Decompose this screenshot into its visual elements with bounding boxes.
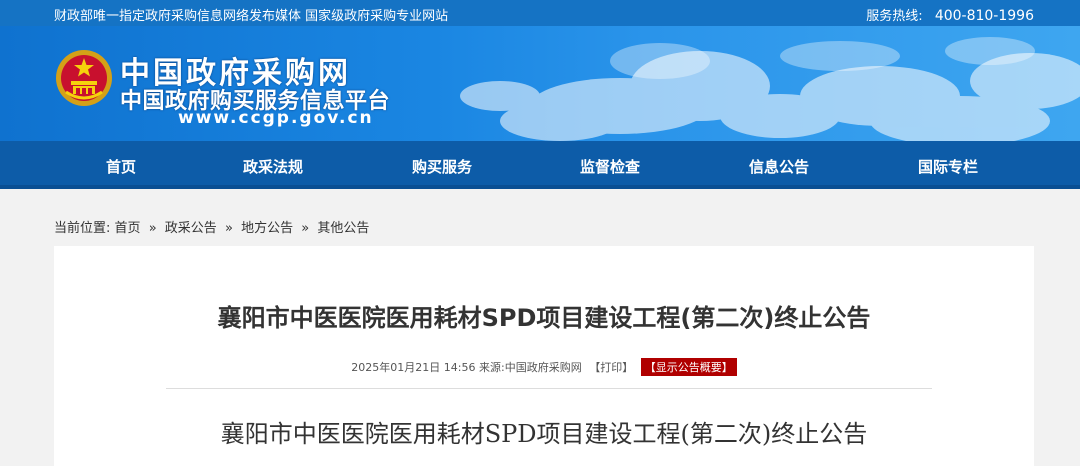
site-url: www.ccgp.gov.cn — [178, 108, 374, 128]
article-body-title: 襄阳市中医医院医用耗材SPD项目建设工程(第二次)终止公告 — [220, 420, 868, 448]
article-datetime: 2025年01月21日 14:56 — [351, 361, 476, 374]
article-title: 襄阳市中医医院医用耗材SPD项目建设工程(第二次)终止公告 — [217, 304, 871, 332]
nav-item-international[interactable]: 国际专栏 — [918, 156, 978, 177]
site-banner: 中国政府采购网 中国政府购买服务信息平台 www.ccgp.gov.cn — [0, 26, 1080, 141]
main-nav: 首页 政采法规 购买服务 监督检查 信息公告 国际专栏 — [0, 141, 1080, 189]
article-card: 襄阳市中医医院医用耗材SPD项目建设工程(第二次)终止公告 2025年01月21… — [54, 246, 1034, 466]
hotline-number: 400-810-1996 — [934, 8, 1034, 24]
breadcrumb-separator: » — [148, 221, 157, 236]
top-info-bar: 财政部唯一指定政府采购信息网络发布媒体 国家级政府采购专业网站 服务热线: 40… — [0, 0, 1080, 26]
breadcrumb-label: 当前位置: — [54, 221, 111, 236]
article-source: 来源:中国政府采购网 — [478, 361, 582, 374]
print-link[interactable]: 【打印】 — [589, 361, 633, 374]
service-hotline: 服务热线: 400-810-1996 — [866, 5, 1034, 24]
nav-item-regulations[interactable]: 政采法规 — [243, 156, 303, 177]
breadcrumb-announcements[interactable]: 政采公告 — [165, 221, 217, 236]
breadcrumb-local[interactable]: 地方公告 — [241, 221, 293, 236]
site-slogan: 财政部唯一指定政府采购信息网络发布媒体 国家级政府采购专业网站 — [54, 9, 449, 24]
breadcrumb-separator: » — [224, 221, 233, 236]
nav-item-purchase-services[interactable]: 购买服务 — [412, 156, 472, 177]
show-summary-button[interactable]: 【显示公告概要】 — [640, 358, 737, 376]
article-meta: 2025年01月21日 14:56 来源:中国政府采购网 【打印】 【显示公告概… — [54, 358, 1034, 376]
breadcrumb-separator: » — [301, 221, 310, 236]
nav-item-announcements[interactable]: 信息公告 — [749, 156, 809, 177]
breadcrumb-other[interactable]: 其他公告 — [317, 221, 369, 236]
nav-item-supervision[interactable]: 监督检查 — [580, 156, 640, 177]
nav-item-home[interactable]: 首页 — [106, 156, 136, 177]
national-emblem-icon — [56, 50, 112, 106]
breadcrumb: 当前位置: 首页 » 政采公告 » 地方公告 » 其他公告 — [54, 217, 369, 236]
breadcrumb-home[interactable]: 首页 — [115, 221, 141, 236]
hotline-label: 服务热线: — [866, 9, 923, 24]
divider — [166, 388, 932, 389]
